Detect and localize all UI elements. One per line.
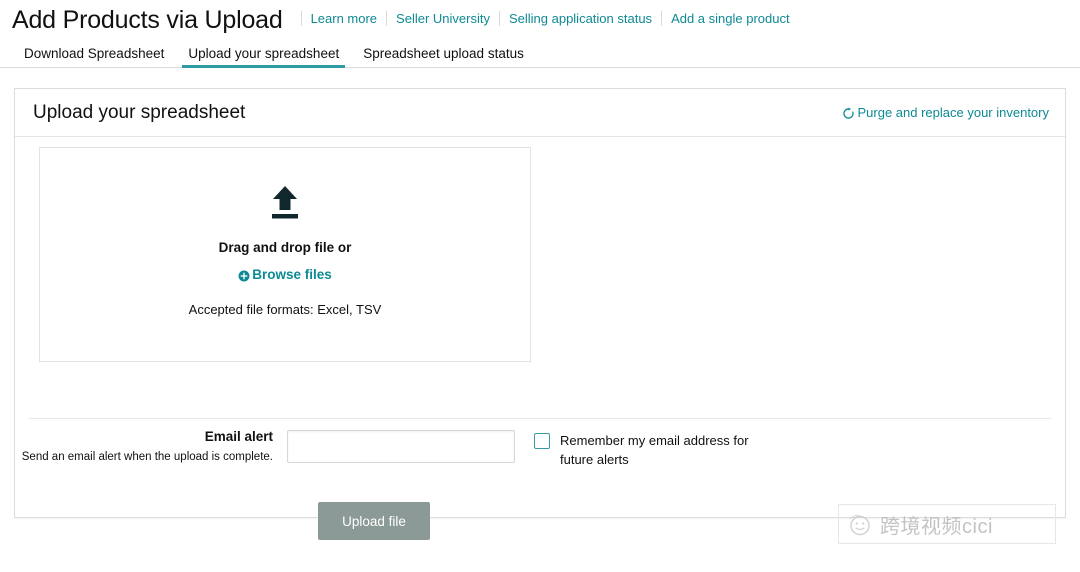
email-alert-help-text: Send an email alert when the upload is c… — [21, 451, 273, 463]
card-title: Upload your spreadsheet — [33, 101, 246, 123]
accepted-formats-text: Accepted file formats: Excel, TSV — [188, 302, 382, 317]
email-input[interactable] — [287, 430, 515, 463]
header-link-add-a-single-product[interactable]: Add a single product — [662, 11, 799, 26]
card-header: Upload your spreadsheet Purge and replac… — [15, 89, 1065, 137]
browse-files-label: Browse files — [252, 267, 332, 282]
section-divider — [29, 418, 1051, 419]
upload-arrow-icon — [268, 184, 302, 222]
upload-file-button[interactable]: Upload file — [318, 502, 430, 540]
tab-upload-your-spreadsheet[interactable]: Upload your spreadsheet — [176, 46, 351, 68]
watermark-text: 跨境视频cici — [880, 515, 993, 538]
tab-download-spreadsheet[interactable]: Download Spreadsheet — [12, 46, 176, 68]
header-link-selling-application-status[interactable]: Selling application status — [500, 11, 661, 26]
page-header: Add Products via Upload Learn more Selle… — [0, 0, 1080, 34]
header-links: Learn more Seller University Selling app… — [300, 11, 799, 26]
remember-email-checkbox[interactable] — [534, 433, 550, 449]
email-alert-label: Email alert — [204, 429, 273, 444]
header-link-seller-university[interactable]: Seller University — [387, 11, 499, 26]
page-title: Add Products via Upload — [12, 6, 283, 34]
purge-and-replace-link[interactable]: Purge and replace your inventory — [842, 105, 1049, 120]
remember-email-label: Remember my email address for future ale… — [560, 433, 749, 467]
watermark: 跨境视频cici — [838, 504, 1056, 544]
tab-bar: Download Spreadsheet Upload your spreads… — [0, 38, 1080, 68]
browse-files-link[interactable]: Browse files — [238, 267, 332, 282]
file-dropzone[interactable]: Drag and drop file or Browse files Accep… — [39, 147, 531, 362]
tab-spreadsheet-upload-status[interactable]: Spreadsheet upload status — [351, 46, 536, 68]
dropzone-title: Drag and drop file or — [218, 240, 352, 255]
email-alert-row: Email alert Send an email alert when the… — [15, 429, 1065, 470]
purge-link-label: Purge and replace your inventory — [857, 105, 1049, 120]
refresh-icon — [842, 107, 855, 120]
email-alert-labels: Email alert Send an email alert when the… — [15, 429, 287, 466]
smiley-face-icon — [847, 511, 873, 537]
plus-circle-icon — [238, 270, 250, 282]
remember-email-row: Remember my email address for future ale… — [534, 432, 760, 470]
header-link-learn-more[interactable]: Learn more — [302, 11, 386, 26]
upload-card: Upload your spreadsheet Purge and replac… — [14, 88, 1066, 540]
